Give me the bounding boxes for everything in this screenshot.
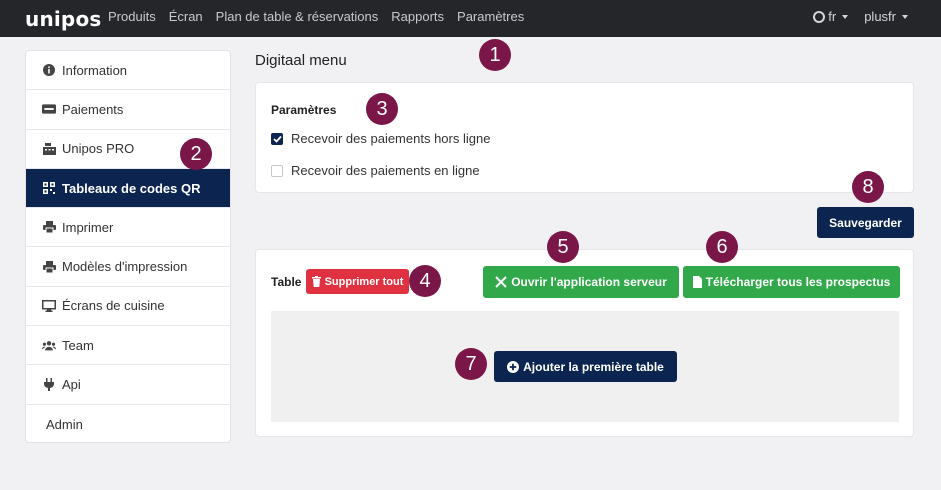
cash-register-icon bbox=[42, 142, 56, 155]
sidebar-item-label: Team bbox=[62, 337, 94, 353]
sidebar-item-label: Admin bbox=[46, 416, 83, 432]
brand-logo[interactable]: unipos bbox=[25, 7, 102, 31]
sidebar-item-admin[interactable]: Admin bbox=[26, 405, 230, 442]
caret-down-icon bbox=[902, 14, 908, 19]
download-flyers-label: Télécharger tous les prospectus bbox=[705, 275, 891, 289]
step-marker-8: 8 bbox=[852, 171, 884, 203]
visa-card-icon bbox=[42, 104, 56, 115]
sidebar-item-label: Unipos PRO bbox=[62, 141, 135, 157]
caret-down-icon bbox=[842, 14, 849, 19]
monitor-icon bbox=[42, 299, 56, 312]
sidebar-item-information[interactable]: Information bbox=[26, 51, 230, 91]
offline-payments-label: Recevoir des paiements hors ligne bbox=[291, 131, 491, 146]
sidebar-item-label: Imprimer bbox=[62, 219, 114, 235]
step-marker-5: 5 bbox=[547, 231, 579, 263]
tables-card: Table Supprimer tout Ouvrir l'applicatio… bbox=[255, 249, 914, 437]
step-marker-3: 3 bbox=[366, 93, 398, 125]
utensils-icon bbox=[495, 276, 507, 288]
step-marker-4: 4 bbox=[409, 265, 441, 297]
printer-icon bbox=[42, 221, 56, 234]
table-label: Table bbox=[271, 275, 302, 289]
offline-payments-checkbox[interactable] bbox=[271, 132, 283, 145]
delete-all-button[interactable]: Supprimer tout bbox=[306, 269, 409, 294]
file-icon bbox=[692, 276, 702, 288]
info-icon bbox=[42, 64, 56, 77]
settings-card: Paramètres Recevoir des paiements hors l… bbox=[255, 82, 914, 193]
sidebar-item-api[interactable]: Api bbox=[26, 365, 230, 405]
download-flyers-button[interactable]: Télécharger tous les prospectus bbox=[683, 266, 900, 298]
qr-code-icon bbox=[42, 182, 56, 195]
nav-right: fr plusfr bbox=[813, 9, 908, 24]
sidebar-item-imprimer[interactable]: Imprimer bbox=[26, 208, 230, 248]
sidebar-item-qr-codes[interactable]: Tableaux de codes QR bbox=[26, 168, 230, 209]
save-button[interactable]: Sauvegarder bbox=[817, 207, 914, 238]
online-payments-label: Recevoir des paiements en ligne bbox=[291, 163, 480, 178]
nav-link-ecran[interactable]: Écran bbox=[169, 9, 203, 24]
add-first-table-label: Ajouter la première table bbox=[523, 359, 664, 374]
nav-link-produits[interactable]: Produits bbox=[108, 9, 156, 24]
settings-heading: Paramètres bbox=[271, 103, 337, 117]
step-marker-1: 1 bbox=[479, 39, 511, 71]
sidebar-item-team[interactable]: Team bbox=[26, 326, 230, 366]
nav-link-parametres[interactable]: Paramètres bbox=[457, 9, 524, 24]
sidebar-item-label: Information bbox=[62, 62, 128, 78]
users-icon bbox=[42, 340, 56, 351]
language-label: fr bbox=[828, 9, 837, 24]
delete-all-label: Supprimer tout bbox=[324, 275, 404, 288]
top-navbar: unipos Produits Écran Plan de table & ré… bbox=[0, 0, 941, 37]
online-payments-checkbox[interactable] bbox=[271, 164, 283, 177]
trash-icon bbox=[311, 276, 321, 287]
step-marker-7: 7 bbox=[455, 348, 487, 380]
plus-circle-icon bbox=[507, 360, 520, 373]
online-payments-option[interactable]: Recevoir des paiements en ligne bbox=[271, 163, 480, 178]
sidebar-item-label: Api bbox=[62, 377, 81, 393]
user-name: plusfr bbox=[864, 9, 896, 24]
sidebar-item-modeles-impression[interactable]: Modèles d'impression bbox=[26, 247, 230, 287]
step-marker-2: 2 bbox=[180, 138, 212, 170]
sidebar-item-paiements[interactable]: Paiements bbox=[26, 90, 230, 130]
step-marker-6: 6 bbox=[706, 231, 738, 263]
sidebar-item-label: Écrans de cuisine bbox=[62, 298, 165, 314]
printer-icon bbox=[42, 260, 56, 273]
open-server-app-label: Ouvrir l'application serveur bbox=[511, 275, 667, 289]
sidebar-item-label: Modèles d'impression bbox=[62, 259, 188, 275]
add-first-table-button[interactable]: Ajouter la première table bbox=[494, 351, 677, 382]
main-nav: Produits Écran Plan de table & réservati… bbox=[108, 9, 524, 24]
plug-icon bbox=[42, 378, 56, 392]
settings-sidebar: Information Paiements Unipos PRO Tableau… bbox=[25, 50, 231, 443]
language-dropdown[interactable]: fr bbox=[813, 9, 849, 24]
globe-icon bbox=[813, 10, 826, 23]
sidebar-item-ecrans-cuisine[interactable]: Écrans de cuisine bbox=[26, 287, 230, 327]
nav-link-rapports[interactable]: Rapports bbox=[391, 9, 444, 24]
offline-payments-option[interactable]: Recevoir des paiements hors ligne bbox=[271, 131, 490, 146]
sidebar-item-label: Paiements bbox=[62, 101, 124, 117]
sidebar-item-label: Tableaux de codes QR bbox=[62, 180, 201, 196]
open-server-app-button[interactable]: Ouvrir l'application serveur bbox=[483, 266, 679, 298]
user-dropdown[interactable]: plusfr bbox=[864, 9, 908, 24]
page-title: Digitaal menu bbox=[255, 52, 347, 69]
nav-link-plan-de-table[interactable]: Plan de table & réservations bbox=[216, 9, 379, 24]
